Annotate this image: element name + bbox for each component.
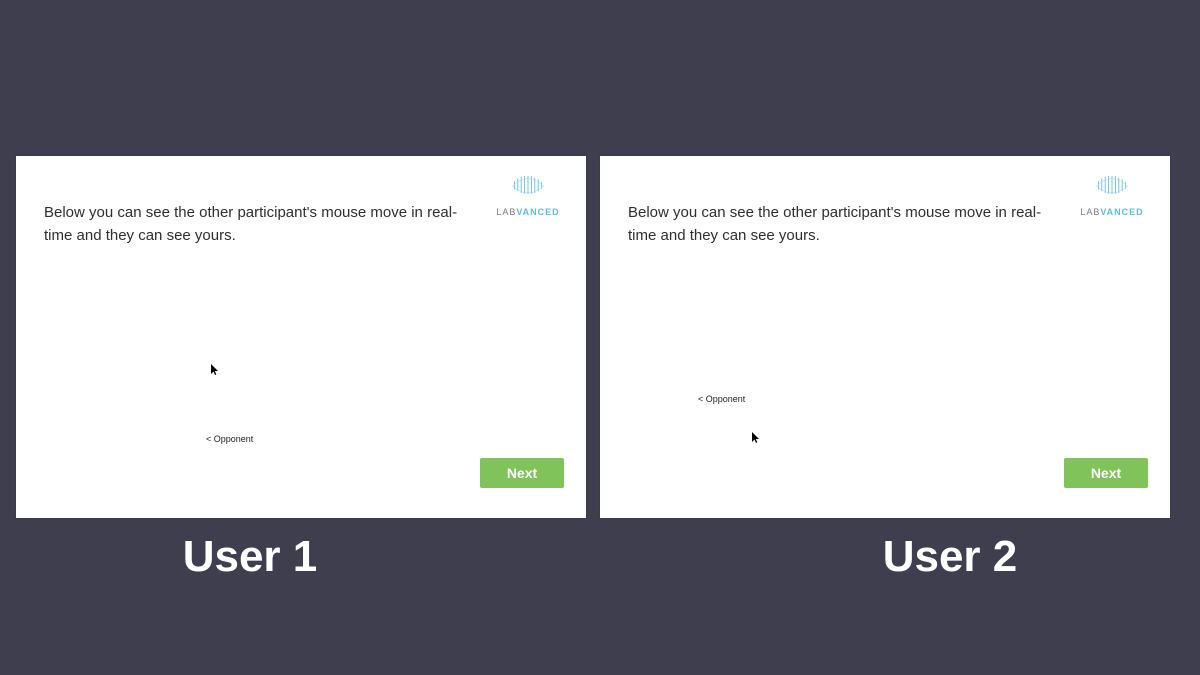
panel-row: Below you can see the other participant'…: [16, 156, 1184, 518]
brand-text: LABVANCED: [1076, 207, 1148, 217]
experiment-panel-user1: Below you can see the other participant'…: [16, 156, 586, 518]
brand-text: LABVANCED: [492, 207, 564, 217]
next-button[interactable]: Next: [1064, 458, 1148, 488]
experiment-panel-user2: Below you can see the other participant'…: [600, 156, 1170, 518]
cursor-icon: [211, 364, 219, 379]
brand-logo: LABVANCED: [492, 174, 564, 217]
brain-icon: [511, 174, 545, 200]
user-labels-row: User 1 User 2: [0, 532, 1200, 582]
instruction-text: Below you can see the other participant'…: [628, 202, 1048, 247]
user-label-left: User 1: [100, 532, 400, 582]
instruction-text: Below you can see the other participant'…: [44, 202, 464, 247]
cursor-icon: [752, 432, 760, 447]
brand-logo: LABVANCED: [1076, 174, 1148, 217]
next-button[interactable]: Next: [480, 458, 564, 488]
brain-icon: [1095, 174, 1129, 200]
opponent-cursor-label: < Opponent: [206, 434, 253, 444]
user-label-right: User 2: [800, 532, 1100, 582]
opponent-cursor-label: < Opponent: [698, 394, 745, 404]
